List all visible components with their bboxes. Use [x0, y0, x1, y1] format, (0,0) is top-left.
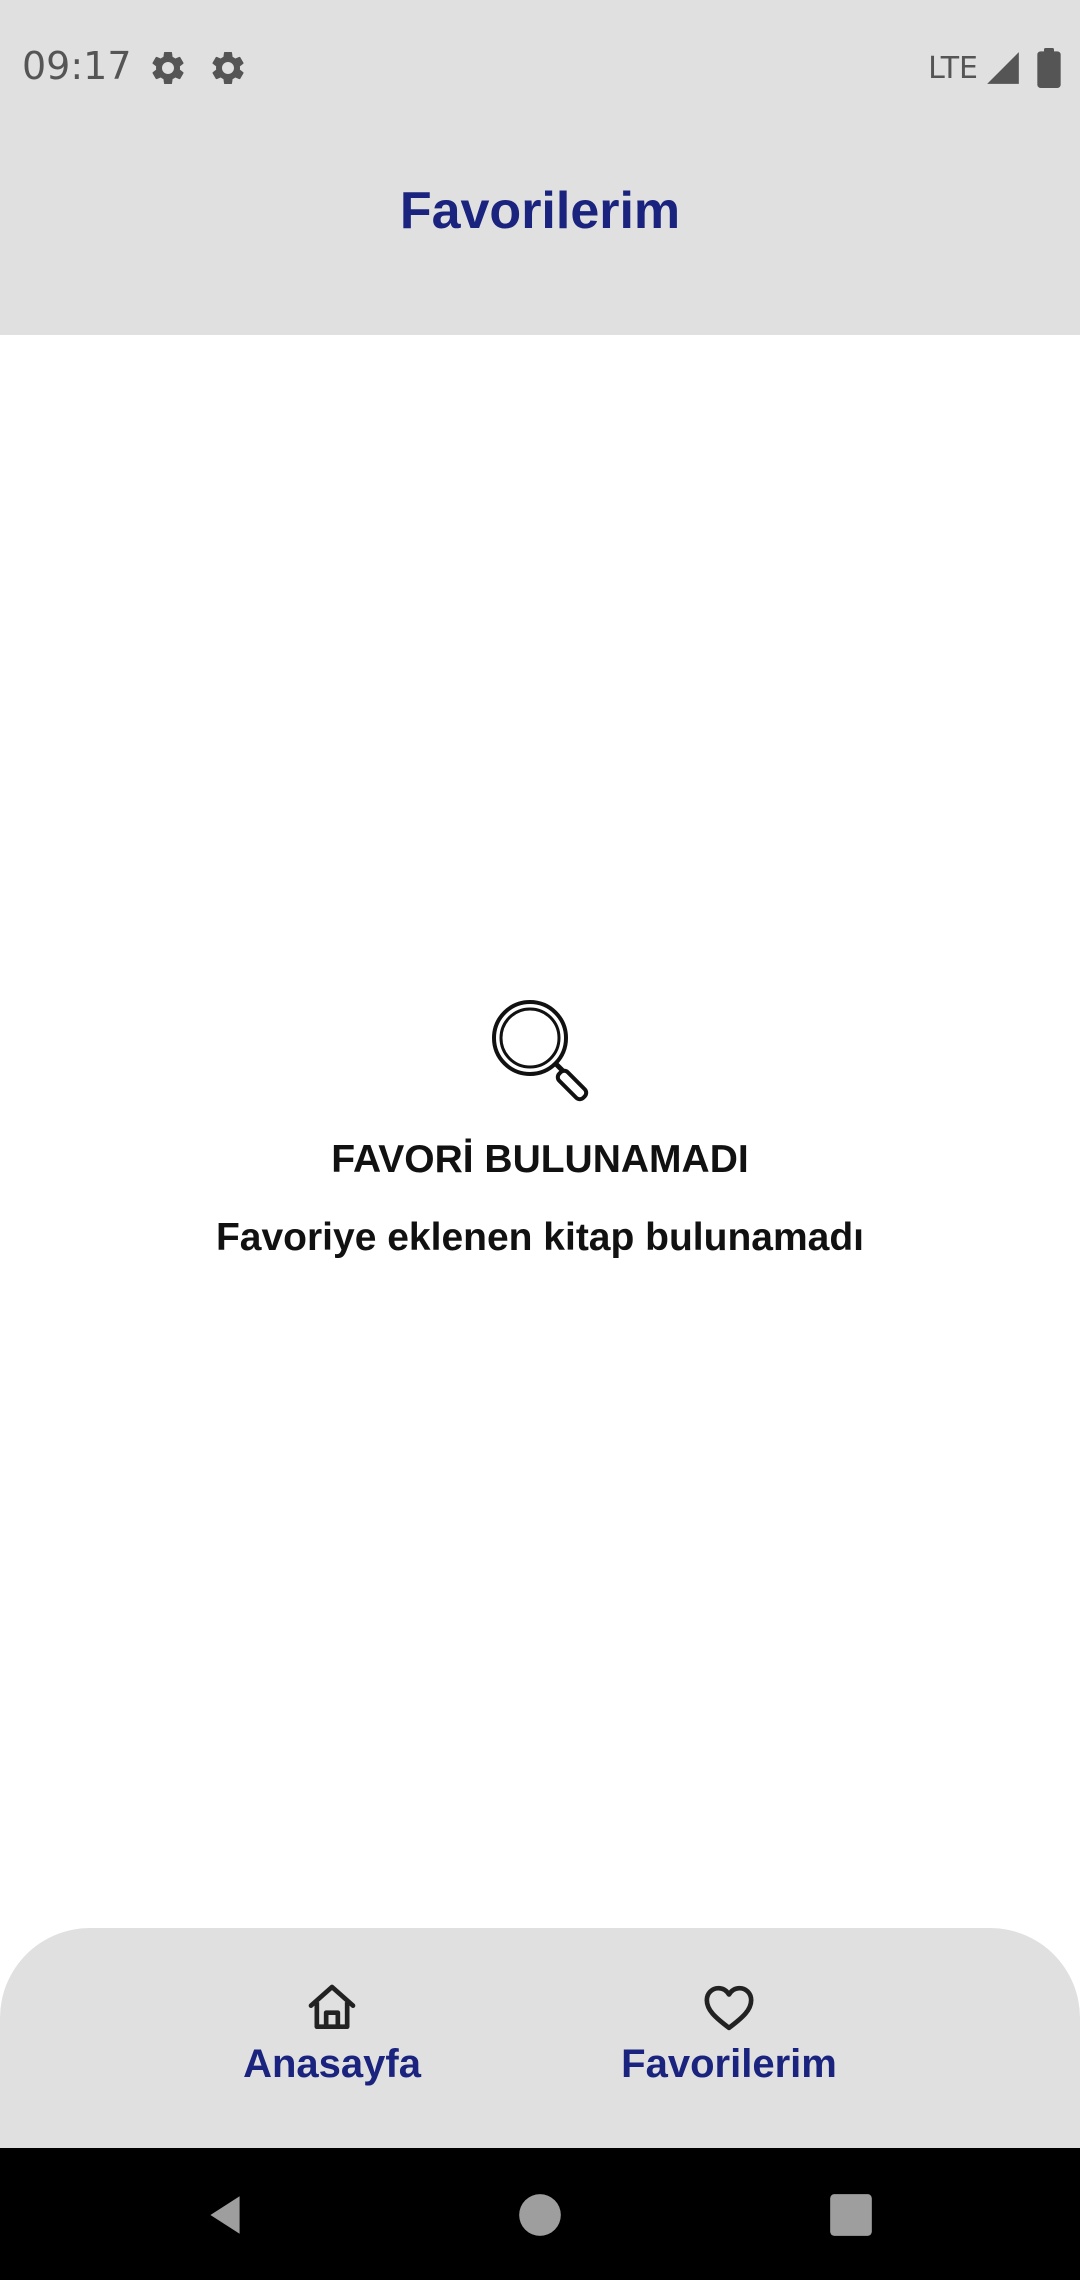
network-label: LTE — [928, 50, 978, 86]
battery-icon — [1037, 48, 1061, 88]
page-title: Favorilerim — [399, 182, 681, 240]
back-icon[interactable] — [200, 2190, 250, 2240]
nav-label-home: Anasayfa — [243, 2042, 421, 2086]
home-icon — [308, 1984, 356, 2029]
search-icon — [492, 1000, 589, 1102]
gear-icon — [212, 51, 244, 84]
app-bar: Favorilerim — [0, 135, 1080, 335]
nav-label-favorites: Favorilerim — [621, 2042, 837, 2086]
system-nav-bar — [0, 2148, 1080, 2280]
gear-icon — [152, 51, 184, 84]
status-time: 09:17 — [22, 44, 132, 88]
empty-state: FAVORİ BULUNAMADI Favoriye eklenen kitap… — [0, 990, 1080, 1260]
nav-item-home[interactable]: Anasayfa — [182, 1980, 482, 2087]
recents-icon[interactable] — [826, 2190, 876, 2240]
heart-icon — [704, 1985, 754, 2031]
favorites-screen: 09:17 LTE Favorilerim FAVORİ BULUNAMADI … — [0, 0, 1080, 2280]
signal-icon — [987, 52, 1019, 84]
nav-item-favorites[interactable]: Favorilerim — [579, 1980, 879, 2087]
empty-title: FAVORİ BULUNAMADI — [331, 1138, 749, 1181]
bottom-nav: Anasayfa Favorilerim — [0, 1928, 1080, 2148]
status-bar: 09:17 LTE — [0, 0, 1080, 135]
home-circle-icon[interactable] — [515, 2190, 565, 2240]
status-indicators: LTE — [928, 46, 1062, 90]
empty-subtitle: Favoriye eklenen kitap bulunamadı — [215, 1216, 865, 1259]
